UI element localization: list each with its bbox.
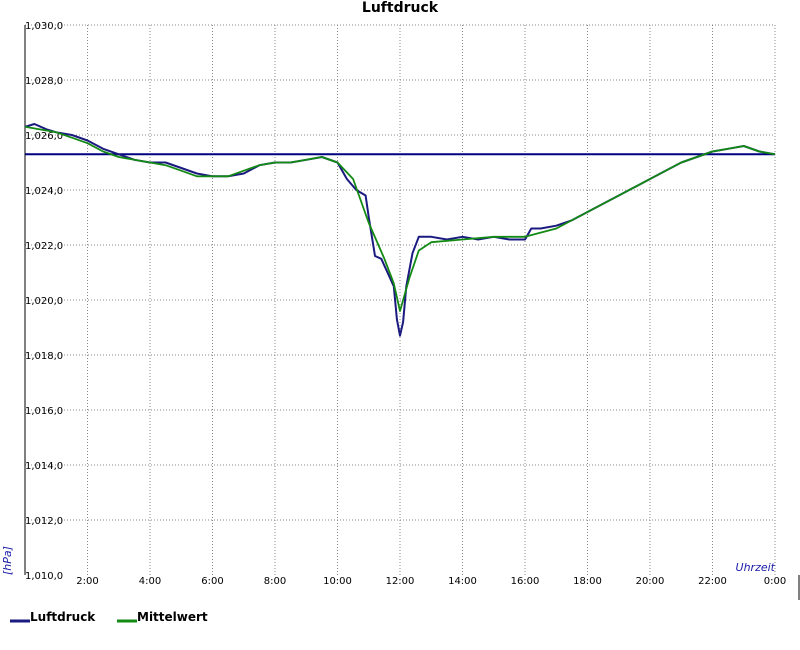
y-tick-label: 1,010,0: [25, 571, 63, 582]
y-tick-label: 1,028,0: [25, 76, 63, 87]
x-tick-label: 20:00: [636, 576, 665, 587]
y-tick-label: 1,014,0: [25, 461, 63, 472]
line-chart: Luftdruck 1,010,0 1,012,0 1,014,0 1,016,0 1,…: [0, 0, 800, 650]
y-tick-label: 1,018,0: [25, 351, 63, 362]
x-tick-label: 4:00: [139, 576, 161, 587]
y-tick-label: 1,016,0: [25, 406, 63, 417]
x-tick-label: 18:00: [573, 576, 602, 587]
legend-label: Luftdruck: [30, 610, 96, 624]
y-tick-label: 1,022,0: [25, 241, 63, 252]
x-tick-label: 14:00: [448, 576, 477, 587]
x-tick-label: 0:00: [764, 576, 786, 587]
y-tick-label: 1,024,0: [25, 186, 63, 197]
legend-label: Mittelwert: [137, 610, 208, 624]
x-tick-label: 22:00: [698, 576, 727, 587]
x-tick-label: 12:00: [386, 576, 415, 587]
y-axis-unit-label: [hPa]: [1, 546, 14, 575]
chart-title: Luftdruck: [362, 0, 439, 16]
x-tick-label: 2:00: [76, 576, 98, 587]
x-tick-label: 16:00: [511, 576, 540, 587]
x-axis-unit-label: Uhrzeit: [736, 561, 776, 574]
x-tick-label: 6:00: [201, 576, 223, 587]
y-tick-label: 1,030,0: [25, 21, 63, 32]
x-tick-label: 10:00: [323, 576, 352, 587]
y-tick-label: 1,020,0: [25, 296, 63, 307]
x-tick-label: 8:00: [264, 576, 286, 587]
y-tick-label: 1,012,0: [25, 516, 63, 527]
